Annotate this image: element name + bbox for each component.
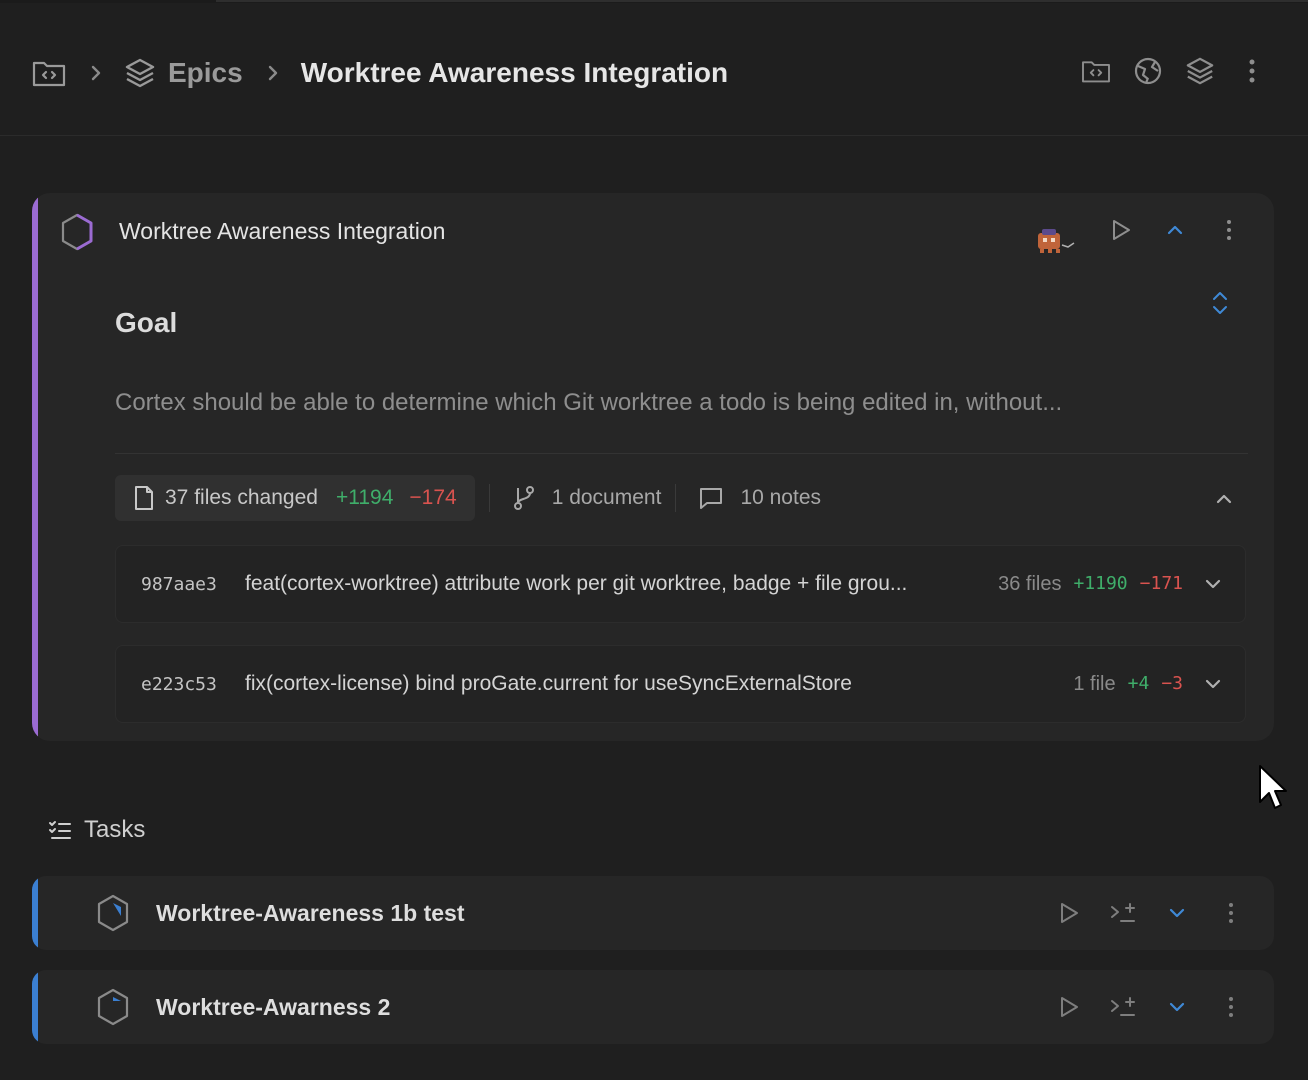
more-vertical-icon[interactable] (1236, 55, 1268, 87)
divider (675, 484, 677, 512)
breadcrumb-epics[interactable]: Epics (168, 57, 243, 89)
commit-message: feat(cortex-worktree) attribute work per… (245, 572, 908, 595)
play-icon[interactable] (1056, 994, 1082, 1020)
goal-heading: Goal (115, 307, 178, 338)
task-title[interactable]: Worktree-Awarness 2 (156, 994, 390, 1021)
breadcrumb: Epics Worktree Awareness Integration (32, 53, 728, 93)
notes-button[interactable]: 10 notes (698, 486, 821, 510)
tasks-heading: Tasks (48, 816, 145, 844)
additions-count: +1194 (335, 486, 394, 509)
commit-row[interactable]: e223c53 fix(cortex-license) bind proGate… (115, 645, 1246, 723)
mouse-cursor-icon (1258, 764, 1288, 817)
commit-row[interactable]: 987aae3 feat(cortex-worktree) attribute … (115, 545, 1246, 623)
more-vertical-icon[interactable] (1218, 994, 1244, 1020)
chevron-down-icon[interactable] (1203, 674, 1223, 694)
commit-deletions: −3 (1161, 672, 1183, 694)
epic-stats: 37 files changed +1194 −174 1 document 1… (115, 475, 821, 521)
commit-hash: 987aae3 (141, 573, 217, 595)
commit-deletions: −171 (1139, 572, 1183, 594)
epic-accent-bar (32, 193, 38, 741)
checklist-icon (48, 819, 72, 841)
chevron-up-icon[interactable] (1162, 217, 1188, 243)
notes-label: 10 notes (740, 486, 822, 509)
task-status-icon[interactable] (96, 894, 130, 932)
header-actions (1080, 55, 1268, 87)
commit-files: 1 file (1073, 672, 1116, 695)
task-actions (1056, 900, 1244, 926)
layers-icon (124, 57, 156, 89)
files-changed-button[interactable]: 37 files changed +1194 −174 (115, 475, 475, 521)
tasks-heading-label: Tasks (84, 816, 146, 843)
chevron-down-icon[interactable] (1164, 900, 1190, 926)
commit-files: 36 files (998, 572, 1062, 595)
page-title: Worktree Awareness Integration (300, 57, 729, 88)
task-row[interactable]: Worktree-Awareness 1b test (32, 876, 1274, 950)
assignee-avatar[interactable] (1034, 227, 1078, 260)
divider (115, 453, 1248, 454)
folder-code-icon[interactable] (1080, 55, 1112, 87)
task-row[interactable]: Worktree-Awarness 2 (32, 970, 1274, 1044)
epic-status-icon[interactable] (60, 213, 94, 251)
file-icon (133, 485, 155, 511)
divider (488, 484, 490, 512)
commit-hash: e223c53 (141, 673, 217, 695)
git-branch-icon (512, 485, 536, 511)
terminal-add-icon[interactable] (1110, 994, 1136, 1020)
goal-text[interactable]: Cortex should be able to determine which… (115, 389, 1062, 417)
commit-additions: +4 (1127, 672, 1150, 694)
epic-title[interactable]: Worktree Awareness Integration (119, 218, 445, 245)
layers-icon[interactable] (1184, 55, 1216, 87)
documents-label: 1 document (551, 486, 662, 509)
globe-icon[interactable] (1132, 55, 1164, 87)
files-changed-label: 37 files changed (165, 486, 318, 509)
deletions-count: −174 (409, 486, 457, 509)
task-accent-bar (32, 970, 38, 1044)
task-status-icon[interactable] (96, 988, 130, 1026)
comment-icon (698, 486, 724, 510)
chevron-right-icon (90, 64, 102, 82)
task-actions (1056, 994, 1244, 1020)
task-accent-bar (32, 876, 38, 950)
play-icon[interactable] (1056, 900, 1082, 926)
commit-stats: 36 files +1190 −171 (998, 573, 1183, 596)
task-title[interactable]: Worktree-Awareness 1b test (156, 900, 465, 927)
terminal-add-icon[interactable] (1110, 900, 1136, 926)
epic-actions (1108, 217, 1242, 243)
epic-card: Worktree Awareness Integration Goal Cort… (32, 193, 1274, 741)
chevron-right-icon (267, 64, 279, 82)
commit-stats: 1 file +4 −3 (1073, 673, 1183, 696)
more-vertical-icon[interactable] (1216, 217, 1242, 243)
documents-button[interactable]: 1 document (512, 485, 662, 511)
chevron-up-icon[interactable] (1212, 487, 1236, 511)
expand-collapse-icon[interactable] (1208, 289, 1232, 317)
commit-additions: +1190 (1073, 572, 1128, 594)
chevron-down-icon[interactable] (1203, 574, 1223, 594)
chevron-down-icon[interactable] (1164, 994, 1190, 1020)
more-vertical-icon[interactable] (1218, 900, 1244, 926)
page-header: Epics Worktree Awareness Integration (0, 3, 1308, 136)
folder-code-icon[interactable] (32, 58, 66, 88)
commit-message: fix(cortex-license) bind proGate.current… (245, 672, 852, 695)
play-icon[interactable] (1108, 217, 1134, 243)
